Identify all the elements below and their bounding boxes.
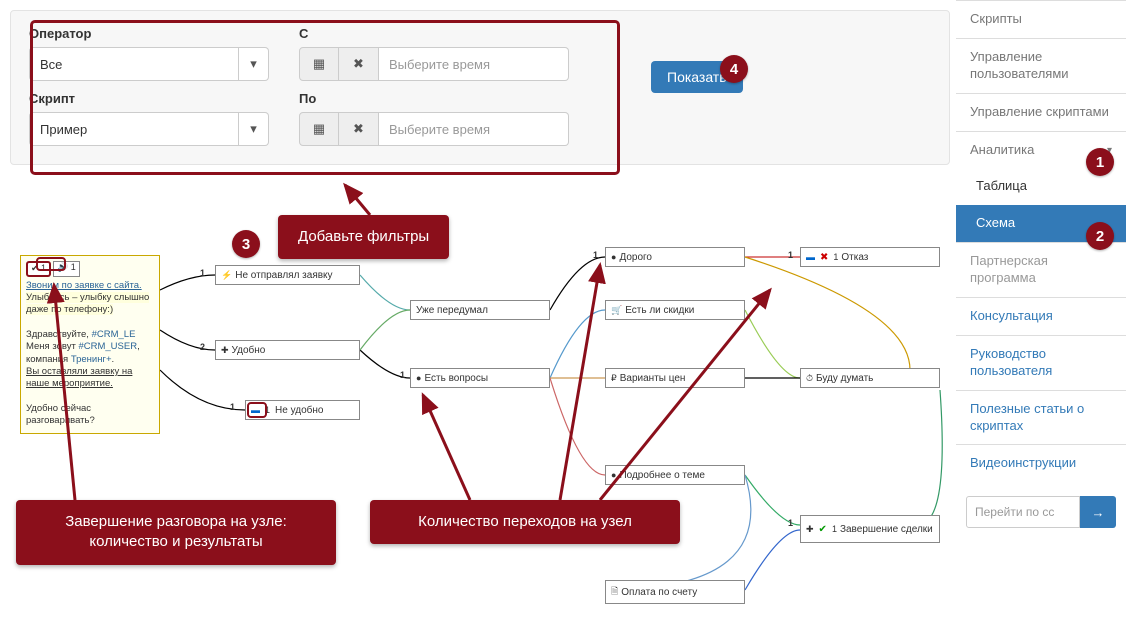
annotation-badge-1: 1 [1086,148,1114,176]
sidebar-item-users[interactable]: Управление пользователями [956,38,1126,93]
sidebar-item-manage-scripts[interactable]: Управление скриптами [956,93,1126,131]
callout-transitions: Количество переходов на узел [370,500,680,544]
callout-completion: Завершение разговора на узле: количество… [16,500,336,565]
sidebar-item-partner[interactable]: Партнерская программа [956,242,1126,297]
sidebar-item-scripts[interactable]: Скрипты [956,0,1126,38]
sidebar: Скрипты Управление пользователями Управл… [956,0,1126,528]
callout-add-filters: Добавьте фильтры [278,215,449,259]
goto-input[interactable]: Перейти по сс [966,496,1080,528]
sidebar-item-video[interactable]: Видеоинструкции [956,444,1126,482]
annotation-badge-3: 3 [232,230,260,258]
sidebar-item-consult[interactable]: Консультация [956,297,1126,335]
sidebar-item-articles[interactable]: Полезные статьи о скриптах [956,390,1126,445]
sidebar-item-guide[interactable]: Руководство пользователя [956,335,1126,390]
annotation-badge-2: 2 [1086,222,1114,250]
annotation-badge-4: 4 [720,55,748,83]
goto-button[interactable]: → [1080,496,1116,528]
